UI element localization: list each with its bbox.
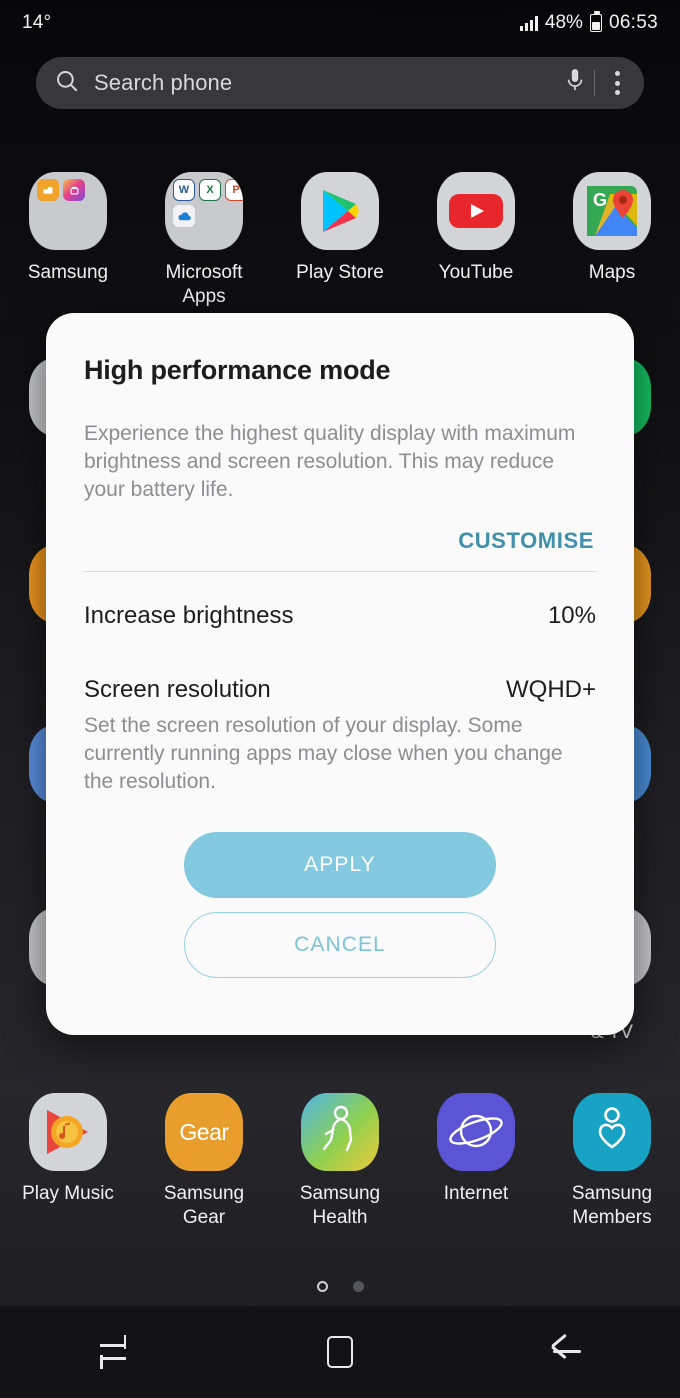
search-icon [54, 68, 80, 99]
app-label: Internet [443, 1183, 509, 1204]
app-cell-samsung[interactable]: Samsung [0, 172, 136, 310]
app-cell-youtube[interactable]: YouTube [408, 172, 544, 310]
excel-icon: X [199, 179, 221, 201]
increase-brightness-row[interactable]: Increase brightness 10% [84, 602, 596, 630]
dialog-divider [84, 570, 596, 572]
increase-brightness-label: Increase brightness [84, 601, 294, 629]
microphone-icon[interactable] [564, 67, 586, 100]
app-label: Samsung [27, 262, 109, 283]
app-label: Maps [588, 262, 636, 283]
page-dot[interactable] [352, 1281, 364, 1292]
app-cell-internet[interactable]: Internet [408, 1093, 544, 1231]
increase-brightness-value: 10% [547, 601, 596, 629]
nav-back-button[interactable] [453, 1335, 680, 1369]
page-dot-current[interactable] [316, 1281, 328, 1292]
app-label: Play Music [22, 1183, 114, 1204]
customise-button[interactable]: CUSTOMISE [456, 524, 596, 558]
samsung-gear-icon[interactable]: Gear [165, 1093, 243, 1171]
cancel-button[interactable]: CANCEL [184, 911, 496, 978]
app-cell-microsoft-apps[interactable]: W X P Microsoft Apps [136, 172, 272, 310]
dialog-buttons: APPLY CANCEL [84, 831, 596, 978]
folder-preview [37, 179, 107, 201]
onedrive-icon [173, 205, 195, 227]
screen-resolution-description: Set the screen resolution of your displa… [84, 713, 563, 793]
signal-bars-icon [519, 15, 538, 31]
app-cell-samsung-members[interactable]: Samsung Members [544, 1093, 680, 1231]
microsoft-apps-folder-icon[interactable]: W X P [165, 172, 243, 250]
home-dock-row: Play Music Gear Samsung Gear Samsung Hea… [0, 1093, 680, 1231]
samsung-members-icon[interactable] [573, 1093, 651, 1171]
app-cell-samsung-health[interactable]: Samsung Health [272, 1093, 408, 1231]
screen-resolution-label: Screen resolution [84, 675, 271, 703]
screen-resolution-value: WQHD+ [506, 675, 596, 703]
search-input[interactable]: Search phone [94, 70, 564, 96]
nav-recents-button[interactable] [0, 1335, 227, 1369]
app-label: Samsung Gear [163, 1183, 245, 1229]
nav-home-button[interactable] [227, 1336, 454, 1368]
samsung-health-icon[interactable] [301, 1093, 379, 1171]
powerpoint-icon: P [225, 179, 243, 201]
play-music-icon[interactable] [29, 1093, 107, 1171]
status-bar-left: 14° [22, 12, 51, 34]
battery-icon [589, 11, 602, 32]
battery-percent-label: 48% [544, 12, 583, 33]
high-performance-mode-dialog: High performance mode Experience the hig… [46, 313, 634, 1035]
app-label: Samsung Members [571, 1183, 653, 1229]
app-label: Samsung Health [299, 1183, 381, 1229]
screen-resolution-row[interactable]: Screen resolution WQHD+ [84, 676, 596, 704]
folder-preview: W X P [173, 179, 243, 227]
home-icon[interactable] [327, 1336, 353, 1368]
status-bar-right: 48% 06:53 [519, 11, 658, 34]
more-vertical-icon[interactable] [611, 71, 624, 95]
app-cell-play-store[interactable]: Play Store [272, 172, 408, 310]
youtube-icon[interactable] [437, 172, 515, 250]
app-label: Play Store [296, 262, 384, 283]
dialog-title: High performance mode [84, 355, 391, 385]
search-bar[interactable]: Search phone [36, 57, 644, 109]
samsung-internet-icon[interactable] [437, 1093, 515, 1171]
back-icon[interactable] [550, 1335, 584, 1369]
home-app-row-1: Samsung W X P Microsoft Apps Play Store … [0, 172, 680, 310]
folder-mini-icon [63, 179, 85, 201]
app-label: Microsoft Apps [165, 262, 243, 308]
page-indicator [0, 1281, 680, 1292]
gear-wordmark: Gear [179, 1118, 229, 1145]
navigation-bar [0, 1306, 680, 1398]
weather-temperature: 14° [22, 12, 52, 33]
app-cell-samsung-gear[interactable]: Gear Samsung Gear [136, 1093, 272, 1231]
app-cell-play-music[interactable]: Play Music [0, 1093, 136, 1231]
status-bar-clock: 06:53 [608, 12, 658, 33]
play-store-icon[interactable] [301, 172, 379, 250]
status-bar: 14° 48% 06:53 [0, 0, 680, 46]
phone-screen: 14° 48% 06:53 Search phone Samsung W X P… [0, 0, 680, 1398]
svg-text:G: G [593, 190, 607, 210]
recents-icon[interactable] [96, 1335, 130, 1369]
app-label: YouTube [438, 262, 514, 283]
apply-button[interactable]: APPLY [184, 831, 496, 898]
dialog-description: Experience the highest quality display w… [84, 422, 576, 501]
samsung-folder-icon[interactable] [29, 172, 107, 250]
search-divider [593, 70, 595, 96]
word-icon: W [173, 179, 195, 201]
customise-row: CUSTOMISE [84, 524, 596, 558]
folder-mini-icon [37, 179, 59, 201]
app-cell-maps[interactable]: G Maps [544, 172, 680, 310]
google-maps-icon[interactable]: G [573, 172, 651, 250]
